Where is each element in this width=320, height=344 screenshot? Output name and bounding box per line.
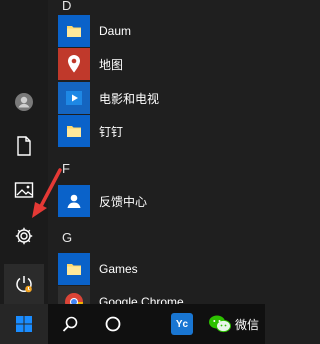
app-label: 反馈中心 — [99, 194, 148, 209]
feedback-hub-icon — [58, 185, 90, 217]
account-button[interactable] — [4, 82, 44, 122]
start-menu-screen: D Daum 地图 电影和电视 钉钉 F 反馈中心 G Games Google… — [0, 0, 265, 344]
documents-button[interactable] — [4, 126, 44, 166]
power-icon — [16, 276, 32, 293]
app-label: 地图 — [99, 57, 124, 72]
app-label: Games — [99, 262, 138, 276]
map-pin-icon — [58, 48, 90, 80]
app-games[interactable]: Games — [58, 252, 265, 286]
app-movies-tv[interactable]: 电影和电视 — [58, 81, 265, 115]
start-menu-rail — [0, 0, 48, 304]
taskbar-app-wechat[interactable]: 微信 — [208, 304, 265, 344]
group-header-g[interactable]: G — [62, 230, 72, 245]
app-dingtalk[interactable]: 钉钉 — [58, 114, 265, 148]
yc-app-label: Yc — [175, 318, 189, 330]
pictures-icon — [14, 182, 34, 198]
start-button[interactable] — [0, 304, 48, 344]
folder-icon — [58, 253, 90, 285]
app-maps[interactable]: 地图 — [58, 47, 265, 81]
app-label: 钉钉 — [99, 124, 124, 139]
pictures-button[interactable] — [4, 170, 44, 210]
task-view-button[interactable] — [93, 304, 133, 344]
task-view-icon — [105, 316, 121, 332]
taskbar: Yc 微信 — [0, 304, 265, 344]
app-daum[interactable]: Daum — [58, 14, 265, 48]
app-label: Daum — [99, 24, 132, 38]
wechat-label: 微信 — [235, 317, 260, 332]
group-header-f[interactable]: F — [62, 161, 70, 176]
app-list: D Daum 地图 电影和电视 钉钉 F 反馈中心 G Games Google… — [48, 0, 265, 318]
power-button[interactable] — [4, 264, 44, 304]
yc-app-icon: Yc — [171, 313, 193, 335]
movies-tv-icon — [58, 82, 90, 114]
app-feedback-hub[interactable]: 反馈中心 — [58, 184, 265, 218]
folder-icon — [58, 15, 90, 47]
app-label: 电影和电视 — [99, 91, 160, 106]
taskbar-app-yc[interactable]: Yc — [160, 304, 204, 344]
settings-button[interactable] — [4, 216, 44, 256]
group-header-d[interactable]: D — [62, 0, 71, 13]
settings-icon — [15, 227, 33, 245]
search-icon — [62, 316, 78, 332]
windows-start-icon — [16, 316, 32, 332]
documents-icon — [17, 136, 31, 156]
account-icon — [15, 93, 33, 111]
folder-icon — [58, 115, 90, 147]
search-button[interactable] — [50, 304, 90, 344]
wechat-icon — [209, 315, 231, 333]
